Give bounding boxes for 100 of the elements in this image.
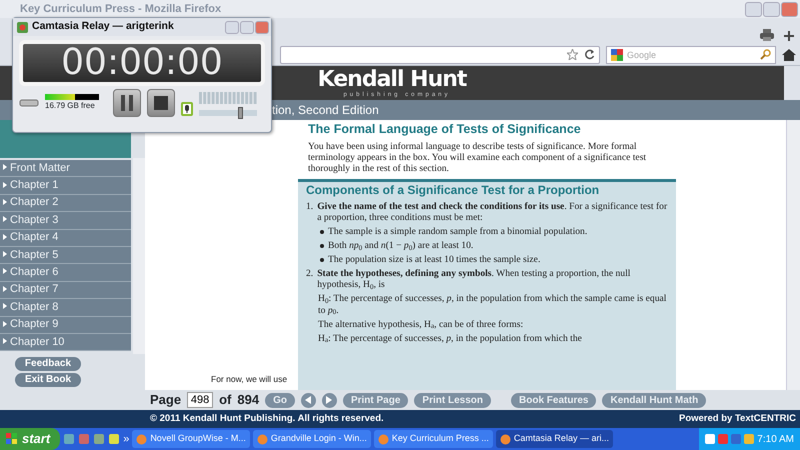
close-button[interactable] [255, 20, 269, 34]
triangle-icon [3, 198, 7, 205]
sidebar-item[interactable]: Chapter 6 [0, 264, 131, 282]
tray-icon[interactable] [705, 434, 716, 444]
timer-display: 00:00:00 [19, 40, 265, 86]
sidebar-item[interactable]: Chapter 7 [0, 282, 131, 300]
sidebar-item[interactable]: Chapter 9 [0, 316, 131, 334]
quick-launch-icon[interactable] [108, 433, 120, 445]
maximize-button[interactable] [240, 20, 254, 34]
list-item: The population size is at least 10 times the sample size. [328, 254, 540, 266]
next-button[interactable] [322, 392, 337, 408]
search-box[interactable]: Google [606, 46, 776, 64]
app-icon [500, 434, 511, 444]
volume-slider[interactable] [199, 110, 257, 116]
triangle-icon [3, 234, 7, 240]
printer-icon[interactable] [760, 29, 774, 41]
paragraph: H$_{0}$: The percentage of successes, p, in the population from which the sample came is equal to p$_{0}$. [318, 293, 668, 316]
slider-thumb[interactable] [238, 107, 243, 120]
page-total: 894 [237, 391, 260, 410]
triangle-icon [3, 268, 7, 274]
app-icon [256, 434, 268, 444]
triangle-icon [3, 338, 7, 344]
clock: 7:10 AM [757, 432, 794, 446]
triangle-icon [3, 303, 7, 310]
scrollbar[interactable] [786, 120, 800, 390]
of-label: of [219, 391, 232, 410]
microphone-toggle[interactable] [181, 102, 193, 116]
sidebar-item[interactable]: Chapter 1 [0, 177, 131, 195]
triangle-icon [3, 164, 7, 170]
box-title: Components of a Significance Test for a Proportion [306, 184, 600, 198]
triangle-icon [3, 286, 7, 292]
toolbar-button[interactable]: Print Page [342, 392, 408, 408]
maximize-button[interactable] [763, 2, 780, 16]
sidebar-item[interactable]: Chapter 8 [0, 299, 131, 317]
sidebar-button[interactable]: Exit Book [15, 373, 81, 388]
side-note: For now, we will use [211, 373, 288, 386]
section-heading: The Formal Language of Tests of Significance [308, 122, 582, 136]
toolbar-button[interactable]: Kendall Hunt Math [602, 392, 706, 408]
level-meter-icon [199, 92, 257, 104]
list-number: 2. [306, 268, 314, 280]
triangle-icon [3, 251, 7, 258]
list-item: The sample is a simple random sample from a binomial population. [328, 226, 588, 238]
list-number: 1. [306, 201, 314, 212]
book-title: tion, Second Edition [272, 102, 379, 119]
reload-icon[interactable] [584, 49, 595, 60]
search-icon[interactable] [760, 49, 771, 60]
window-title: Camtasia Relay — arigterink [32, 19, 174, 34]
stop-icon [154, 96, 168, 110]
previous-button[interactable] [300, 392, 316, 408]
window-title: Key Curriculum Press - Mozilla Firefox [20, 2, 222, 17]
pause-button[interactable] [113, 89, 141, 117]
more-button[interactable]: » [123, 430, 130, 448]
home-icon[interactable] [782, 48, 796, 60]
app-icon [136, 434, 148, 444]
toolbar-button[interactable]: Print Lesson [414, 392, 491, 408]
toolbar-button[interactable]: Book Features [511, 392, 596, 408]
app-icon [17, 22, 28, 32]
list-item: Both np$_{0}$ and n(1 − p$_{0}$) are at least 10. [328, 240, 474, 252]
quick-launch-icon[interactable] [63, 433, 76, 445]
taskbar-button[interactable]: Key Curriculum Press ... [374, 430, 493, 448]
list-item: Give the name of the test and check the conditions for its use. For a significance test for a proportion, three conditions must be met: [317, 201, 668, 224]
taskbar-button[interactable]: Grandville Login - Win... [252, 430, 371, 448]
triangle-icon [3, 182, 7, 188]
list-item: State the hypotheses, defining any symbols. When testing a proportion, the null hypothesis, H$_{0}$, is [317, 268, 632, 290]
minimize-button[interactable] [225, 20, 239, 34]
paragraph: You have been using informal language to describe tests of significance. More formal terminology appears in the box. You will examine each component of a significance test thoroughly in the rest of this section. [308, 141, 648, 174]
quick-launch-icon[interactable] [93, 433, 106, 445]
star-icon[interactable] [567, 49, 578, 60]
app-icon [378, 434, 389, 444]
right-arrow-icon [326, 396, 332, 404]
hard-drive-icon [19, 98, 39, 108]
stop-button[interactable] [147, 89, 175, 117]
sidebar-item[interactable]: Chapter 2 [0, 194, 131, 212]
go-button[interactable]: Go [265, 392, 295, 408]
paragraph: The alternative hypothesis, H$_{a}$, can be of three forms: [318, 318, 524, 330]
bullet-icon [320, 258, 324, 262]
bullet-icon [320, 230, 324, 234]
taskbar-button[interactable]: Novell GroupWise - M... [132, 430, 250, 448]
page-input[interactable]: 498 [187, 392, 214, 408]
close-button[interactable] [781, 2, 798, 16]
start-button[interactable]: start [0, 428, 60, 450]
minimize-button[interactable] [745, 2, 762, 16]
powered-by-text: Powered by TextCENTRIC [678, 412, 796, 426]
sidebar-item[interactable]: Chapter 4 [0, 230, 131, 247]
microphone-icon [185, 105, 189, 113]
sidebar-item[interactable]: Chapter 5 [0, 246, 131, 264]
search-engine-icon [611, 48, 623, 60]
copyright-text: © 2011 Kendall Hunt Publishing. All rights reserved. [150, 412, 384, 426]
taskbar-button[interactable]: Camtasia Relay — ari... [496, 430, 613, 448]
tray-icon[interactable] [744, 434, 754, 444]
sidebar-item[interactable]: Chapter 3 [0, 212, 131, 230]
triangle-icon [3, 320, 7, 327]
plus-icon[interactable] [784, 31, 794, 41]
sidebar-button[interactable]: Feedback [15, 357, 81, 372]
sidebar-item[interactable]: Front Matter [0, 160, 131, 178]
scrollbar[interactable] [133, 158, 145, 354]
sidebar-item[interactable]: Chapter 10 [0, 334, 131, 352]
tray-icon[interactable] [731, 434, 742, 444]
paragraph: H$_{a}$: The percentage of successes, p, in the population from which the [318, 332, 582, 344]
tray-icon[interactable] [718, 434, 728, 444]
